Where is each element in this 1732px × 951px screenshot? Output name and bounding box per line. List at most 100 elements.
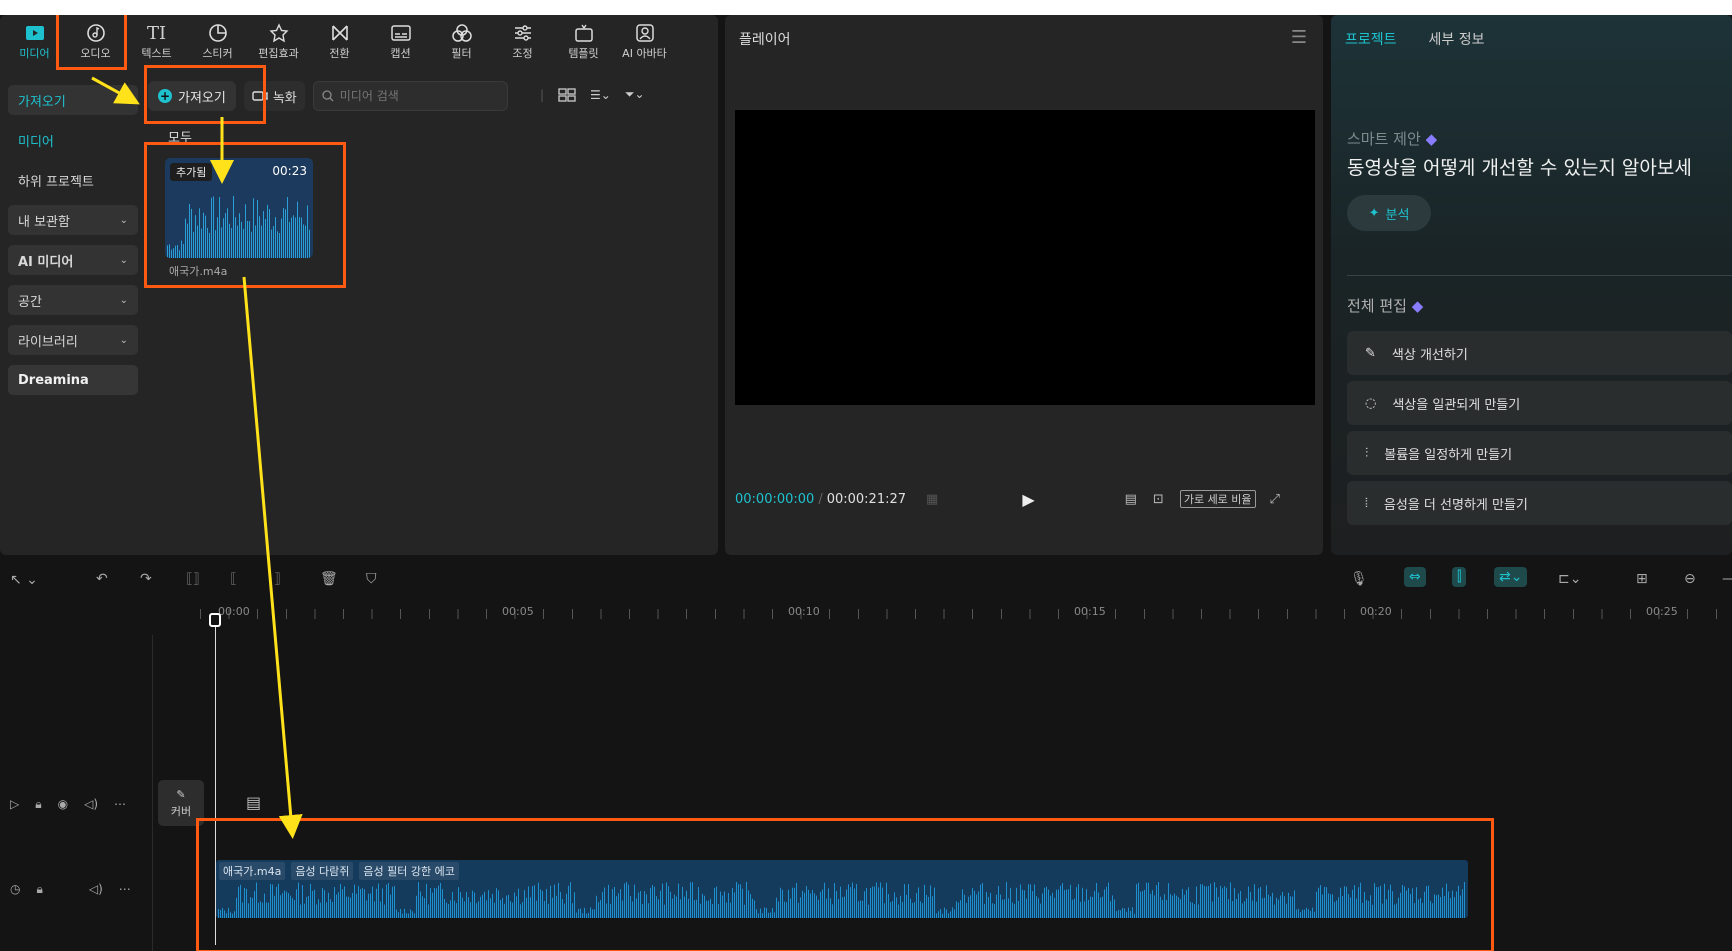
sidebar-item-my-storage[interactable]: 내 보관함 ⌄ — [8, 205, 138, 235]
tab-project[interactable]: 프로젝트 — [1345, 29, 1397, 49]
wave-bar — [786, 902, 787, 918]
more-icon[interactable]: ⋯ — [119, 882, 131, 896]
speaker-icon[interactable]: ◁) — [84, 797, 98, 811]
filter-funnel-icon[interactable]: ⏷⌄ — [625, 87, 645, 102]
wave-bar — [213, 196, 214, 258]
redo-icon[interactable]: ↷ — [140, 571, 152, 587]
wave-bar — [293, 215, 294, 258]
microphone-icon[interactable]: 🎙 — [1350, 571, 1368, 587]
wave-bar — [1344, 886, 1345, 918]
video-preview[interactable] — [735, 110, 1315, 405]
select-pointer-icon[interactable]: ↖ ⌄ — [10, 572, 38, 588]
import-button[interactable]: + 가져오기 — [148, 81, 236, 111]
edit-item-voice[interactable]: ⦙ 음성을 더 선명하게 만들기 — [1347, 481, 1732, 525]
wave-bar — [820, 891, 821, 918]
caption-track-icon[interactable]: ⊞ — [1636, 571, 1648, 587]
more-icon[interactable]: ⋯ — [114, 797, 126, 811]
wave-bar — [1274, 904, 1275, 918]
wave-bar — [728, 892, 729, 918]
edit-item-volume[interactable]: ⫶ 볼륨을 일정하게 만들기 — [1347, 431, 1732, 475]
wave-bar — [432, 892, 433, 918]
zoom-out-icon[interactable]: ⊖ — [1684, 571, 1696, 587]
tool-sticker[interactable]: 스티커 — [187, 15, 248, 67]
sidebar-item-media[interactable]: 미디어 — [8, 125, 138, 155]
link-icon[interactable]: ⇄⌄ — [1494, 567, 1528, 587]
caption-icon — [390, 21, 411, 45]
sidebar-item-subproject[interactable]: 하위 프로젝트 — [8, 165, 138, 195]
lock-icon[interactable]: 🔒︎ — [36, 882, 42, 897]
audio-clip[interactable]: 애국가.m4a 음성 다람쥐 음성 필터 강한 에코 — [216, 860, 1468, 918]
marker-icon[interactable]: ⛉ — [366, 571, 377, 587]
media-item-thumbnail[interactable]: 추가됨 00:23 — [165, 158, 313, 258]
split-icon[interactable]: ⟦⟧ — [186, 571, 200, 587]
aspect-ratio-button[interactable]: 가로 세로 비율 — [1179, 490, 1256, 508]
record-button[interactable]: 녹화 — [243, 81, 305, 111]
wave-bar — [1306, 907, 1307, 918]
filter-all-label[interactable]: 모두 — [168, 127, 192, 146]
play-icon[interactable]: ▶ — [1022, 490, 1034, 509]
wave-bar — [316, 904, 317, 918]
sidebar-item-space[interactable]: 공간 ⌄ — [8, 285, 138, 315]
undo-icon[interactable]: ↶ — [96, 571, 108, 587]
split-left-icon[interactable]: ⟦ — [230, 571, 237, 587]
wave-bar — [998, 886, 999, 918]
wave-bar — [598, 902, 599, 918]
cover-button[interactable]: ✎ 커버 — [158, 780, 204, 826]
search-input[interactable] — [339, 89, 500, 103]
wave-bar — [340, 883, 341, 918]
split-right-icon[interactable]: ⟧ — [274, 571, 281, 587]
tool-template[interactable]: 템플릿 — [553, 15, 614, 67]
tool-filter[interactable]: 필터 — [431, 15, 492, 67]
wave-bar — [334, 887, 335, 918]
tab-details[interactable]: 세부 정보 — [1429, 29, 1485, 49]
grid-view-icon[interactable] — [558, 87, 576, 102]
tool-ai-avatar[interactable]: AI 아바타 — [614, 15, 675, 67]
preview-axis-icon[interactable]: ⊏⌄ — [1558, 571, 1581, 587]
sidebar-item-import[interactable]: 가져오기 — [8, 85, 138, 115]
timeline-ruler[interactable]: 00:00 00:05 00:10 00:15 00:20 00:25 — [200, 605, 1732, 625]
wave-bar — [384, 904, 385, 918]
analyze-button[interactable]: ✦ 분석 — [1347, 195, 1431, 231]
fullscreen-icon[interactable]: ⤢ — [1270, 492, 1280, 507]
wave-bar — [1224, 886, 1225, 918]
wave-bar — [1346, 886, 1347, 918]
speaker-icon[interactable]: ◁) — [89, 882, 103, 896]
sort-icon[interactable]: ☰⌄ — [590, 88, 611, 102]
tool-text[interactable]: TI 텍스트 — [126, 15, 187, 67]
playhead-handle[interactable] — [209, 613, 221, 627]
tool-audio[interactable]: 오디오 — [65, 15, 126, 67]
media-search[interactable] — [312, 81, 508, 111]
tool-adjust[interactable]: 조정 — [492, 15, 553, 67]
sidebar-item-ai-media[interactable]: AI 미디어 ⌄ — [8, 245, 138, 275]
total-timecode: 00:00:21:27 — [826, 491, 907, 507]
waveform-toggle-icon[interactable]: ▦ — [926, 492, 938, 507]
tool-transition[interactable]: 전환 — [309, 15, 370, 67]
screenshot-icon[interactable]: ⊡ — [1153, 492, 1164, 507]
snap-icon[interactable]: ⫿ — [1452, 567, 1467, 587]
eye-icon[interactable]: ◉ — [58, 797, 68, 811]
wave-bar — [1308, 909, 1309, 918]
tool-media[interactable]: 미디어 — [4, 15, 65, 67]
wave-bar — [233, 195, 234, 258]
sidebar-item-dreamina[interactable]: Dreamina — [8, 365, 138, 395]
wave-bar — [305, 225, 306, 258]
edit-item-color-consistent[interactable]: ◌ 색상을 일관되게 만들기 — [1347, 381, 1732, 425]
lock-icon[interactable]: 🔒︎ — [35, 797, 41, 812]
menu-icon[interactable]: ☰ — [1291, 27, 1307, 48]
tool-caption[interactable]: 캡션 — [370, 15, 431, 67]
zoom-slider[interactable]: — — [1722, 571, 1732, 587]
wave-bar — [284, 890, 285, 918]
wave-bar — [195, 215, 196, 258]
wave-bar — [267, 204, 268, 258]
delete-icon[interactable]: 🗑 — [320, 571, 338, 587]
wave-bar — [980, 884, 981, 918]
subtitle-icon[interactable]: ▤ — [1125, 492, 1137, 507]
tool-effects[interactable]: 편집효과 — [248, 15, 309, 67]
details-tabs: 프로젝트 세부 정보 — [1345, 29, 1485, 49]
sidebar-item-library[interactable]: 라이브러리 ⌄ — [8, 325, 138, 355]
main-track-magnet-icon[interactable]: ⇔ — [1404, 567, 1426, 587]
wave-bar — [167, 245, 168, 258]
edit-item-color-enhance[interactable]: ✎ 색상 개선하기 — [1347, 331, 1732, 375]
wave-bar — [1270, 896, 1271, 918]
wave-bar — [236, 897, 237, 918]
